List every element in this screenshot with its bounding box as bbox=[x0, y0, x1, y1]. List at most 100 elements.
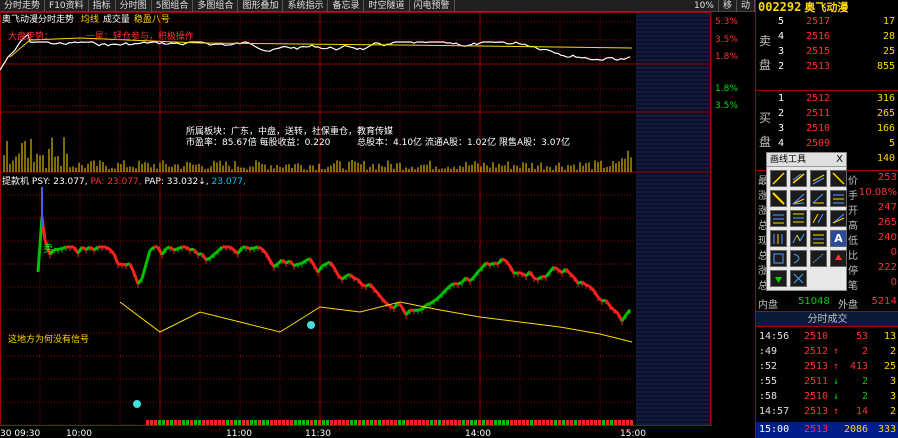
tick-row[interactable]: 14:57 2513 ↑ 14 2 bbox=[756, 405, 898, 420]
bottom-signal-bar bbox=[350, 420, 353, 425]
tick-row[interactable]: :58 2510 ↓ 2 3 bbox=[756, 390, 898, 405]
parallel-tool-button[interactable] bbox=[830, 190, 847, 207]
bottom-signal-bar bbox=[378, 420, 381, 425]
indicator-segment bbox=[341, 274, 347, 281]
intraday-chart[interactable]: 卖 奥飞动漫分时走势 均线 成交量 稳盈八号 大盘走势： 一星：轻仓参与，积极操作 … bbox=[0, 12, 755, 438]
arc-tool-icon bbox=[793, 253, 800, 264]
cycle-tool-button[interactable] bbox=[770, 230, 787, 247]
toolbar-zoom[interactable]: 10% bbox=[690, 0, 719, 12]
bid-row[interactable]: 1 2512 316 bbox=[756, 92, 898, 107]
palette-close-button[interactable]: X bbox=[836, 153, 843, 167]
toolbar-button-1[interactable]: F10资料 bbox=[45, 0, 89, 12]
toolbar-button-3[interactable]: 分时图 bbox=[116, 0, 152, 12]
bid-row[interactable]: 2 2511 265 bbox=[756, 107, 898, 122]
speed-tool-button[interactable] bbox=[830, 210, 847, 227]
tick-row[interactable]: :52 2513 ↑ 413 25 bbox=[756, 360, 898, 375]
uparrow-tool-button[interactable] bbox=[830, 250, 847, 267]
tick-count: 2 bbox=[889, 406, 896, 417]
indicator-segment bbox=[553, 265, 559, 271]
bottom-signal-bar bbox=[422, 420, 425, 425]
bottom-signal-bar bbox=[554, 420, 557, 425]
arrow-tool-button[interactable] bbox=[810, 230, 827, 247]
indicator-segment bbox=[513, 271, 519, 275]
tick-row[interactable]: 14:56 2510 53 13 bbox=[756, 330, 898, 345]
bottom-signal-bar bbox=[150, 420, 153, 425]
tick-time: :58 bbox=[759, 391, 778, 402]
indicator-segment bbox=[105, 245, 111, 251]
wave-tool-button[interactable] bbox=[790, 230, 807, 247]
indicator-segment bbox=[612, 308, 620, 315]
toolbar-zoom-item-1[interactable]: 动 bbox=[737, 0, 755, 12]
bottom-signal-bar bbox=[338, 420, 341, 425]
ray-tool-button[interactable] bbox=[790, 170, 807, 187]
bottom-signal-bar bbox=[458, 420, 461, 425]
quote-value-right: 222 bbox=[877, 262, 897, 273]
diagonal-tool-button[interactable] bbox=[770, 190, 787, 207]
title-tag-1[interactable]: 成交量 bbox=[103, 15, 130, 25]
bottom-signal-bar bbox=[182, 420, 185, 425]
bottom-signal-bar bbox=[598, 420, 601, 425]
bottom-signal-bar bbox=[442, 420, 445, 425]
ask-row[interactable]: 2 2513 855 bbox=[756, 60, 898, 75]
palette-titlebar[interactable]: 画线工具 X bbox=[767, 153, 846, 167]
toolbar-button-5[interactable]: 多图组合 bbox=[193, 0, 239, 12]
toolbar-button-7[interactable]: 系统指示 bbox=[283, 0, 329, 12]
cross-tool-button[interactable] bbox=[790, 270, 807, 287]
bottom-signal-bar bbox=[550, 420, 553, 425]
drawing-tool-palette[interactable]: 画线工具 X A bbox=[766, 152, 847, 291]
rect-tool-button[interactable] bbox=[770, 250, 787, 267]
channel-tool-button[interactable] bbox=[810, 170, 827, 187]
tick-time: :55 bbox=[759, 376, 778, 387]
gann-tool-button[interactable] bbox=[810, 210, 827, 227]
indicator-segment bbox=[205, 256, 211, 262]
toolbar-button-2[interactable]: 指标 bbox=[89, 0, 116, 12]
ask-row[interactable]: 3 2515 25 bbox=[756, 45, 898, 60]
chart-title-text: 奥飞动漫分时走势 bbox=[2, 15, 75, 25]
indicator-segment bbox=[433, 296, 439, 303]
stock-name: 奥飞动漫 bbox=[804, 1, 849, 14]
quote-value-right: 253 bbox=[877, 172, 897, 183]
title-tag-0[interactable]: 均线 bbox=[81, 15, 99, 25]
arc-tool-button[interactable] bbox=[790, 250, 807, 267]
text-tool-button[interactable]: A bbox=[830, 230, 847, 247]
ask-level: 3 bbox=[778, 46, 785, 57]
toolbar-button-10[interactable]: 闪电预警 bbox=[410, 0, 455, 12]
toolbar-button-8[interactable]: 备忘录 bbox=[328, 0, 365, 12]
bottom-signal-bar bbox=[498, 420, 501, 425]
tick-last-row[interactable]: 15:00 2513 2086 333 bbox=[756, 422, 898, 438]
line-tool-button[interactable] bbox=[770, 170, 787, 187]
indicator-segment bbox=[149, 245, 155, 252]
bottom-signal-bar bbox=[346, 420, 349, 425]
ask-row[interactable]: 5 2517 17 bbox=[756, 15, 898, 30]
indicator-segment bbox=[544, 270, 552, 278]
tick-list-title[interactable]: 分时成交 bbox=[756, 311, 898, 327]
tick-row[interactable]: :49 2512 ↑ 2 2 bbox=[756, 345, 898, 360]
indicator-segment bbox=[293, 262, 299, 268]
toolbar-button-4[interactable]: 5图组合 bbox=[152, 0, 194, 12]
chart-canvas[interactable]: 卖 bbox=[0, 12, 755, 438]
bottom-signal-bar bbox=[566, 420, 569, 425]
quote-label-right: 价 bbox=[848, 176, 858, 187]
toolbar-button-9[interactable]: 时空隧道 bbox=[364, 0, 410, 12]
bid-volume: 265 bbox=[876, 108, 895, 119]
ask-row[interactable]: 4 2516 28 bbox=[756, 30, 898, 45]
bid-row[interactable]: 4 2509 5 bbox=[756, 137, 898, 152]
buy-marker-icon bbox=[307, 321, 315, 329]
toolbar-zoom-item-0[interactable]: 移 bbox=[719, 0, 737, 12]
downarrow-tool-button[interactable] bbox=[770, 270, 787, 287]
title-tag-2[interactable]: 稳盈八号 bbox=[134, 15, 170, 25]
tick-time: :52 bbox=[759, 361, 778, 372]
angle-tool-button[interactable] bbox=[810, 190, 827, 207]
fib-tool-button[interactable] bbox=[790, 210, 807, 227]
segment-tool-button[interactable] bbox=[830, 170, 847, 187]
bid-row[interactable]: 3 2510 166 bbox=[756, 122, 898, 137]
hline-tool-button[interactable] bbox=[770, 210, 787, 227]
indicator-segment bbox=[489, 261, 495, 267]
rect-tool-icon bbox=[773, 253, 784, 264]
toolbar-button-0[interactable]: 分时走势 bbox=[0, 0, 46, 12]
indicator-segment bbox=[572, 276, 580, 285]
tick-row[interactable]: :55 2511 ↓ 2 3 bbox=[756, 375, 898, 390]
toolbar-button-6[interactable]: 图形叠加 bbox=[238, 0, 284, 12]
fan-tool-button[interactable] bbox=[790, 190, 807, 207]
pen-tool-button[interactable] bbox=[810, 250, 827, 267]
